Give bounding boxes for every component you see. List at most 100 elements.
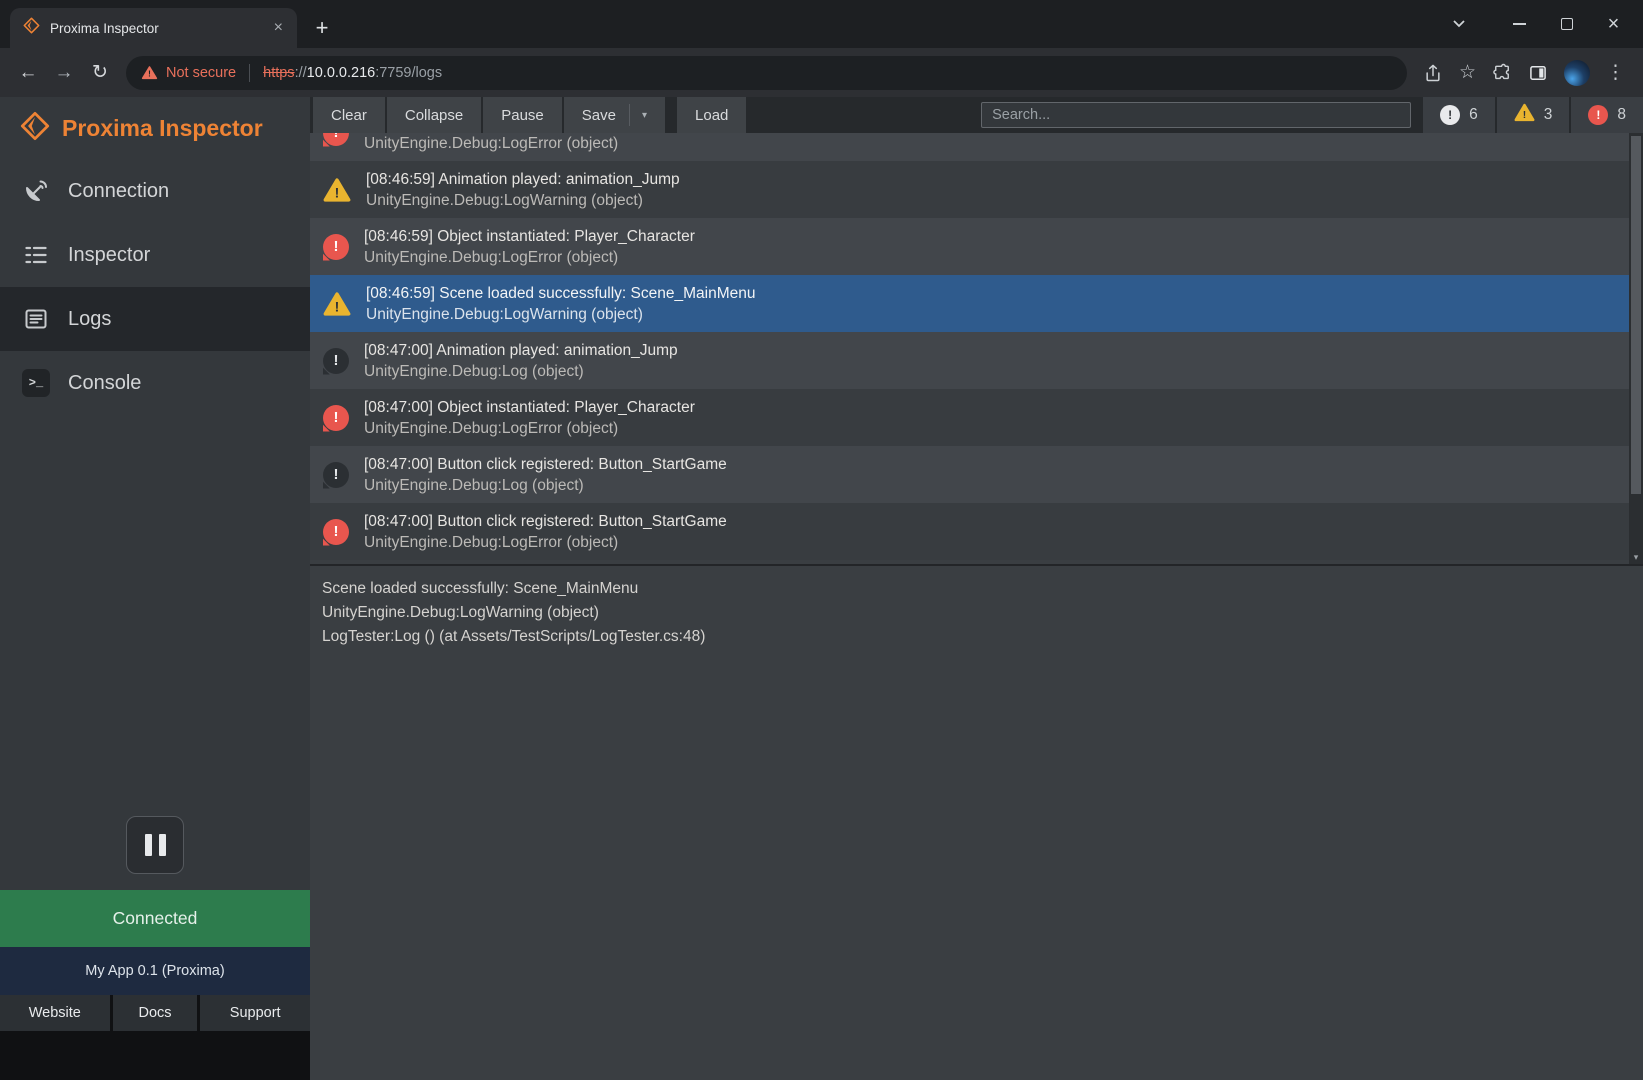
log-trace: UnityEngine.Debug:LogError (object) (364, 133, 618, 154)
detail-source: LogTester:Log () (at Assets/TestScripts/… (322, 625, 1631, 649)
not-secure-warning-icon: ! (141, 65, 158, 80)
browser-window: Proxima Inspector × + × ← → ↻ ! Not secu… (0, 0, 1643, 1080)
footer-link-docs[interactable]: Docs (113, 995, 201, 1031)
share-icon[interactable] (1423, 63, 1443, 83)
footer-link-website[interactable]: Website (0, 995, 113, 1031)
pause-button[interactable] (126, 816, 184, 874)
terminal-icon: >_ (22, 369, 50, 397)
minimize-button[interactable] (1496, 0, 1543, 48)
app-logo-text: Proxima Inspector (62, 115, 263, 142)
sidebar-item-label: Connection (68, 180, 169, 203)
bookmark-star-icon[interactable]: ☆ (1459, 61, 1476, 84)
load-button[interactable]: Load (677, 97, 748, 133)
window-controls: × (1435, 0, 1637, 48)
url-scheme: https (263, 65, 294, 81)
log-row[interactable]: ! [08:47:00] Button click registered: But… (310, 446, 1629, 503)
url-separator: :// (295, 65, 307, 81)
scrollbar-down-arrow-icon[interactable]: ▾ (1629, 552, 1643, 563)
log-entry-text: [08:46:59] Animation played: animation_J… (366, 169, 680, 211)
sidebar-item-console[interactable]: >_ Console (0, 351, 310, 415)
browser-menu-icon[interactable]: ⋮ (1606, 61, 1625, 84)
footer-link-support[interactable]: Support (200, 995, 310, 1031)
maximize-button[interactable] (1543, 0, 1590, 48)
omnibox-divider (249, 64, 250, 82)
log-message: [08:47:00] Animation played: animation_J… (364, 340, 678, 361)
app-logo: Proxima Inspector (0, 97, 310, 159)
warning-count-filter[interactable]: ! 3 (1495, 97, 1570, 133)
document-icon (22, 306, 50, 332)
satellite-dish-icon (22, 178, 50, 204)
sidebar-item-connection[interactable]: Connection (0, 159, 310, 223)
log-message: [08:46:59] Object instantiated: Player_C… (364, 226, 695, 247)
reload-button[interactable]: ↻ (82, 55, 118, 91)
detail-message: Scene loaded successfully: Scene_MainMen… (322, 577, 1631, 601)
pause-logs-button[interactable]: Pause (483, 97, 564, 133)
warning-icon: ! (323, 291, 351, 317)
scrollbar-thumb[interactable] (1631, 136, 1641, 494)
svg-text:!: ! (148, 70, 151, 79)
log-row[interactable]: ![08:47:00] Button click registered: But… (310, 503, 1629, 560)
clear-button[interactable]: Clear (313, 97, 387, 133)
browser-titlebar: Proxima Inspector × + × (0, 0, 1643, 48)
sidebar-item-label: Logs (68, 308, 111, 331)
tab-search-chevron-icon[interactable] (1435, 0, 1482, 48)
log-entry-text: [08:46:59] Object instantiated: Player_C… (364, 226, 695, 268)
sidebar-spacer (0, 415, 310, 816)
proxima-favicon-icon (23, 17, 40, 39)
error-icon: ! (323, 405, 349, 431)
tab-title: Proxima Inspector (50, 21, 260, 36)
pause-icon (145, 834, 152, 856)
sidebar-item-logs[interactable]: Logs (0, 287, 310, 351)
log-message: [08:47:00] Button click registered: Butt… (364, 454, 727, 475)
error-icon: ! (323, 519, 349, 545)
browser-navbar: ← → ↻ ! Not secure https://10.0.0.216:77… (0, 48, 1643, 97)
log-scrollbar[interactable]: ▾ (1629, 133, 1643, 564)
log-row[interactable]: ![08:47:00] Animation played: animation_… (310, 332, 1629, 389)
side-panel-icon[interactable] (1528, 63, 1548, 83)
extensions-puzzle-icon[interactable] (1492, 63, 1512, 83)
profile-avatar[interactable] (1564, 60, 1590, 86)
browser-tab[interactable]: Proxima Inspector × (10, 8, 297, 48)
log-row[interactable]: ! [08:47:00] Object instantiated: Player_… (310, 389, 1629, 446)
error-count-filter[interactable]: ! 8 (1569, 97, 1643, 133)
info-icon: ! (323, 462, 349, 488)
app-root: Proxima Inspector Connection (0, 97, 1643, 1080)
log-row[interactable]: !UnityEngine.Debug:LogError (object) (310, 133, 1629, 161)
sidebar-item-inspector[interactable]: Inspector (0, 223, 310, 287)
collapse-button[interactable]: Collapse (387, 97, 483, 133)
not-secure-label[interactable]: Not secure (166, 65, 236, 81)
tab-close-icon[interactable]: × (270, 18, 287, 38)
url-host: 10.0.0.216 (307, 65, 376, 81)
close-icon: × (1608, 14, 1620, 34)
sidebar: Proxima Inspector Connection (0, 97, 310, 1080)
sidebar-void (0, 1031, 310, 1080)
address-bar[interactable]: ! Not secure https://10.0.0.216:7759/log… (126, 56, 1407, 90)
log-trace: UnityEngine.Debug:LogError (object) (364, 418, 695, 439)
log-row[interactable]: ! [08:46:59] Animation played: animation_… (310, 161, 1629, 218)
save-dropdown-caret-icon[interactable]: ▾ (629, 104, 647, 126)
save-button[interactable]: Save ▾ (564, 97, 667, 133)
pause-icon (159, 834, 166, 856)
log-row[interactable]: ![08:46:59] Object instantiated: Player_… (310, 218, 1629, 275)
log-message: [08:47:00] Object instantiated: Player_C… (364, 397, 695, 418)
forward-button[interactable]: → (46, 55, 82, 91)
info-icon: ! (1440, 105, 1460, 125)
log-trace: UnityEngine.Debug:Log (object) (364, 361, 678, 382)
log-trace: UnityEngine.Debug:Log (object) (364, 475, 727, 496)
log-entry-text: [08:47:00] Animation played: animation_J… (364, 340, 678, 382)
logs-toolbar: Clear Collapse Pause Save ▾ Load ! 6 (310, 97, 1643, 133)
info-count-filter[interactable]: ! 6 (1421, 97, 1495, 133)
search-input[interactable] (981, 102, 1411, 128)
warning-icon: ! (1514, 103, 1535, 127)
svg-text:!: ! (335, 184, 340, 200)
log-message: [08:46:59] Animation played: animation_J… (366, 169, 680, 190)
close-button[interactable]: × (1590, 0, 1637, 48)
log-row[interactable]: ![08:46:59] Scene loaded successfully: S… (310, 275, 1629, 332)
sidebar-footer: Website Docs Support (0, 995, 310, 1031)
new-tab-button[interactable]: + (307, 13, 337, 43)
sidebar-item-label: Console (68, 372, 141, 395)
svg-text:!: ! (1523, 110, 1526, 121)
log-list-container: !UnityEngine.Debug:LogError (object)![08… (310, 133, 1643, 564)
maximize-icon (1561, 18, 1573, 30)
back-button[interactable]: ← (10, 55, 46, 91)
